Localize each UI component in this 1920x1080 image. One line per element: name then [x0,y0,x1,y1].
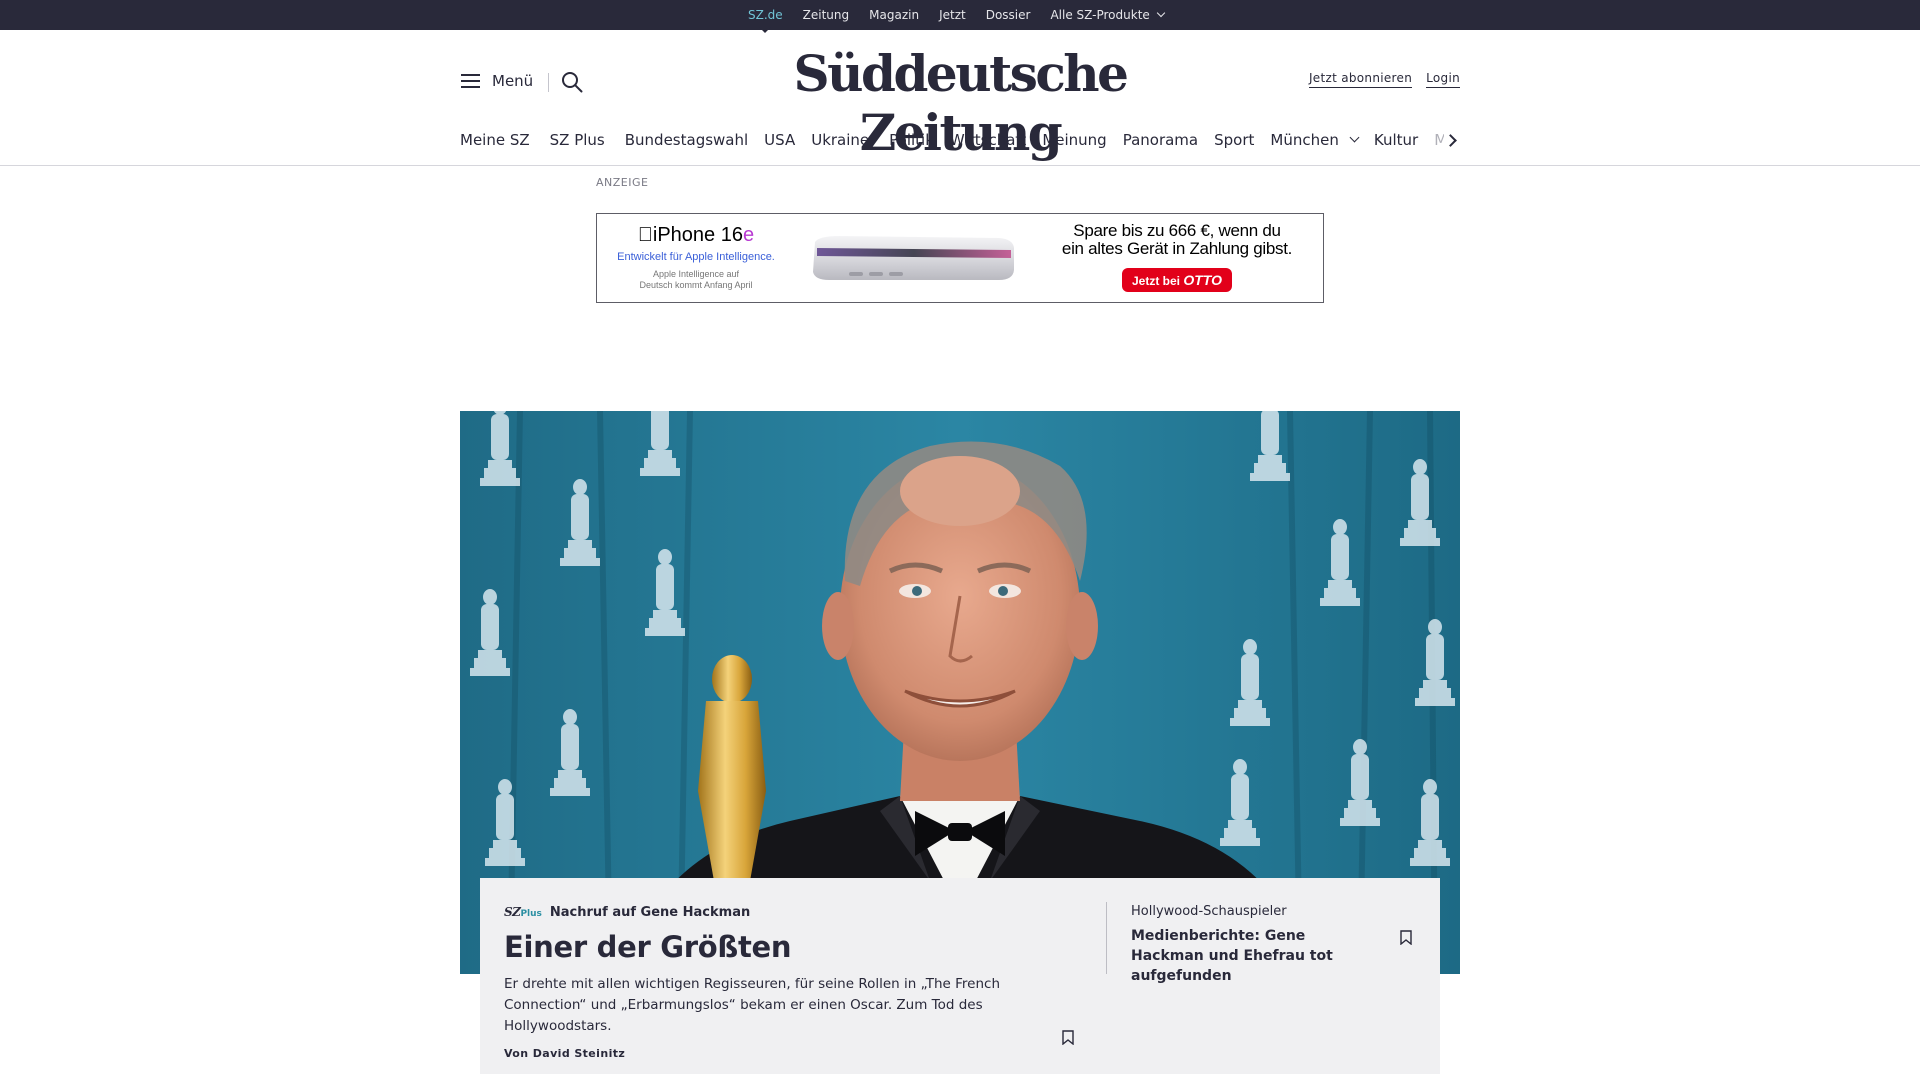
ad-offer-block: Spare bis zu 666 €, wenn du ein altes Ger… [1047,222,1307,292]
ad-product-title: iPhone 16e [611,224,781,247]
nav-item-usa[interactable]: USA [764,131,795,149]
otto-logo: OTTO [1183,272,1222,288]
nav-item-sport[interactable]: Sport [1214,131,1254,149]
ad-note: Apple Intelligence auf Deutsch kommt Anfa… [611,269,781,291]
topbar-link-dossier[interactable]: Dossier [986,8,1031,22]
kicker-row: SZPlus Nachruf auf Gene Hackman [504,904,1064,920]
subscribe-link[interactable]: Jetzt abonnieren [1308,71,1413,88]
ad-note-line: Deutsch kommt Anfang April [639,280,753,290]
nav-item-panorama[interactable]: Panorama [1123,131,1198,149]
ad-product-suffix: e [735,224,754,246]
sz-plus-badge: SZPlus [504,905,542,919]
phone-image [813,236,1014,280]
nav-item-sz-plus[interactable]: SZ Plus [550,131,605,149]
chevron-down-icon [1349,132,1360,142]
ad-note-line: Apple Intelligence auf [652,269,740,279]
nav-item-meine-sz[interactable]: Meine SZ [460,131,530,149]
ad-product-block: iPhone 16e Entwickelt für Apple Intelli… [611,224,781,291]
ad-tagline: Entwickelt für Apple Intelligence. [617,251,775,263]
side-teaser[interactable]: Hollywood-Schauspieler Medienberichte: G… [1131,904,1371,986]
menu-button[interactable]: Menü [461,72,533,90]
nav-item-bundestagswahl[interactable]: Bundestagswahl [625,131,748,149]
topbar-link-jetzt[interactable]: Jetzt [939,8,966,22]
bookmark-icon[interactable] [1400,930,1412,945]
hamburger-icon [461,74,480,88]
teaser-kicker: Nachruf auf Gene Hackman [549,904,751,920]
menu-label: Menü [492,72,534,90]
ad-offer-line: ein altes Gerät in Zahlung gibst. [1061,239,1293,258]
teaser-text: Er drehte mit allen wichtigen Regisseure… [504,976,1001,1034]
account-links: Jetzt abonnieren Login [1308,71,1460,88]
ad-product-name: iPhone 16 [645,224,743,246]
side-teaser-kicker: Hollywood-Schauspieler [1131,904,1287,919]
header-rule [0,165,1920,166]
teaser-author: Von David Steinitz [504,1047,626,1060]
nav-item-kultur[interactable]: Kultur [1374,131,1418,149]
topbar-all-products-label: Alle SZ-Produkte [1050,8,1150,22]
nav-item-ukraine[interactable]: Ukraine [811,131,869,149]
side-teaser-headline[interactable]: Medienberichte: Gene Hackman und Ehefrau… [1131,926,1371,986]
nav-item-wirtschaft[interactable]: Wirtschaft [950,131,1026,149]
nav-item-meinung[interactable]: Meinung [1042,131,1106,149]
header-divider [548,73,549,92]
nav-item-muenchen-label: München [1270,131,1339,149]
ad-cta-prefix: Jetzt bei [1132,274,1181,288]
ad-label: ANZEIGE [596,176,649,189]
main-teaser[interactable]: SZPlus Nachruf auf Gene Hackman Einer de… [504,904,1064,1061]
sz-plus-badge-sz: SZ [504,905,521,919]
ad-banner[interactable]: iPhone 16e Entwickelt für Apple Intelli… [596,213,1324,303]
chevron-down-icon [1156,8,1166,18]
nav-scroll-right-chevron-icon[interactable] [1444,130,1460,150]
nav-item-muenchen[interactable]: München [1270,131,1360,149]
topbar-link-szde[interactable]: SZ.de [748,8,783,33]
login-link[interactable]: Login [1426,71,1460,88]
nav-item-politik[interactable]: Politik [889,131,934,149]
topbar-link-magazin[interactable]: Magazin [869,8,919,22]
ad-cta-button[interactable]: Jetzt bei OTTO [1122,268,1232,292]
teaser-divider [1106,902,1107,974]
ad-offer-line: Spare bis zu 666 €, wenn du [1073,221,1281,240]
sz-plus-badge-plus: Plus [520,909,542,919]
ad-offer-text: Spare bis zu 666 €, wenn du ein altes Ger… [1047,222,1307,258]
search-icon[interactable] [561,71,583,93]
teaser-box: SZPlus Nachruf auf Gene Hackman Einer de… [480,878,1440,1074]
sz-products-nav: SZ.de Zeitung Magazin Jetzt Dossier Alle… [748,0,1166,33]
topbar-link-zeitung[interactable]: Zeitung [803,8,849,22]
topbar-all-products-dropdown[interactable]: Alle SZ-Produkte [1050,8,1166,22]
bookmark-icon[interactable] [1062,1030,1074,1045]
top-bar: SZ.de Zeitung Magazin Jetzt Dossier Alle… [0,0,1920,33]
teaser-headline[interactable]: Einer der Größten [504,930,1064,964]
apple-logo-icon:  [638,224,653,246]
section-nav: Meine SZ SZ Plus Bundestagswahl USA Ukra… [460,127,1460,153]
